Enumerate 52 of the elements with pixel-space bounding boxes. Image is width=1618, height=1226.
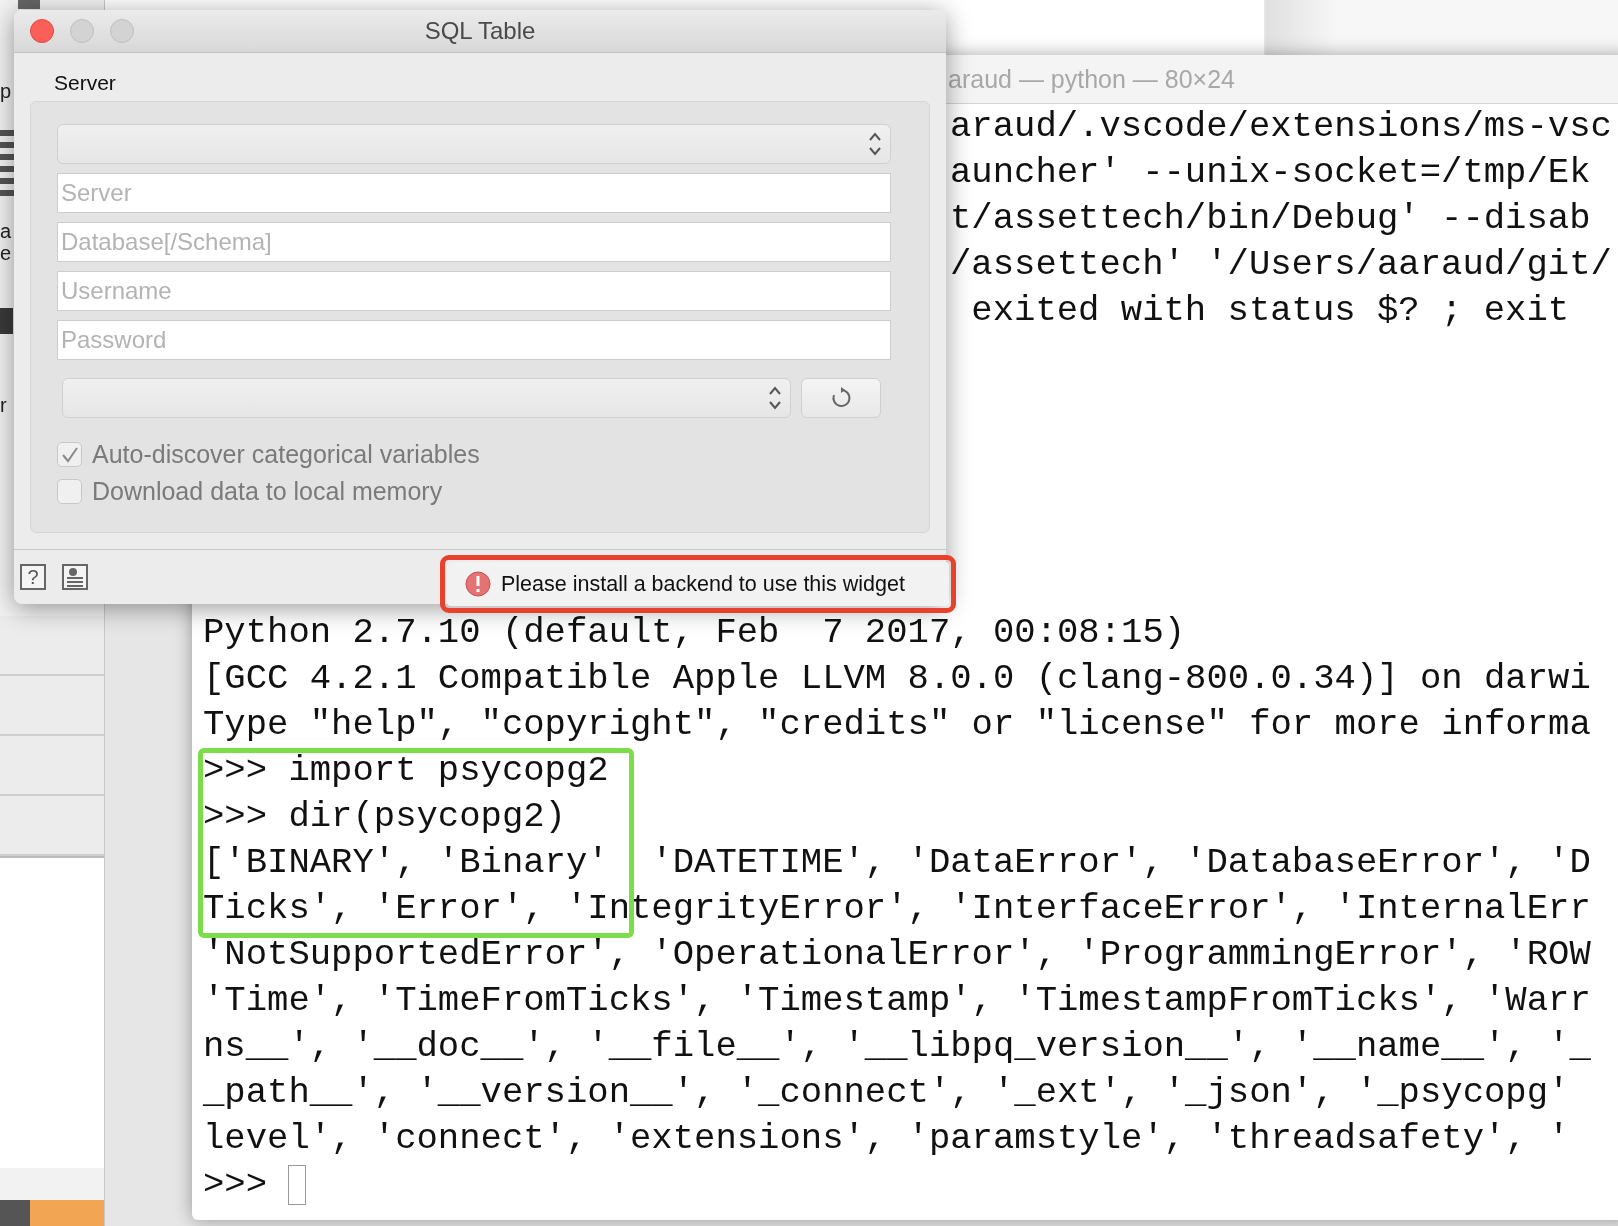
terminal-line: >>> dir(psycopg2) (203, 795, 566, 839)
text-field[interactable]: Server (57, 173, 891, 213)
checkbox[interactable] (57, 442, 82, 467)
label-fragment: r (0, 394, 7, 416)
connection-dropdown[interactable] (57, 124, 891, 164)
window-title: SQL Table (424, 17, 536, 44)
section-label: Server (54, 71, 116, 95)
report-icon[interactable] (62, 564, 88, 590)
window-title: araud — python — 80×24 (948, 64, 1235, 94)
terminal-line: /assettech' '/Users/aaraud/git/ (950, 243, 1612, 287)
label-fragment: e (0, 242, 12, 264)
terminal-prompt: >>> (203, 1163, 269, 1207)
refresh-icon (830, 387, 852, 409)
list-row[interactable] (0, 736, 104, 796)
toolbar-icon[interactable] (18, 0, 40, 9)
checkbox[interactable] (57, 479, 82, 504)
text-cursor (288, 1165, 307, 1205)
terminal-line: Type "help", "copyright", "credits" or "license" for more informa (203, 703, 1591, 747)
checkbox-label: Download data to local memory (92, 477, 443, 506)
label-fragment: a (0, 220, 12, 242)
terminal-line: ns__', '__doc__', '__file__', '__libpq_version__', '__name__', '_ (203, 1025, 1591, 1069)
terminal-line: _path__', '__version__', '_connect', '_ext', '_json', '_psycopg' (203, 1071, 1570, 1115)
list-row[interactable] (0, 676, 104, 736)
warning-icon (465, 571, 491, 597)
terminal-line: auncher' --unix-socket=/tmp/Ek (950, 151, 1591, 195)
terminal-line: araud/.vscode/extensions/ms-vsc (950, 105, 1612, 149)
terminal-line: t/assettech/bin/Debug' --disab (950, 197, 1591, 241)
list-row[interactable] (0, 796, 104, 856)
list-row[interactable] (0, 616, 104, 676)
stepper-icon (768, 385, 782, 411)
label-fragment: p (0, 80, 12, 102)
checkbox-label: Auto-discover categorical variables (92, 440, 480, 469)
zoom-button[interactable] (110, 19, 134, 43)
terminal-line: 'NotSupportedError', 'OperationalError', 'ProgrammingError', 'ROW (203, 933, 1591, 977)
error-message: Please install a backend to use this widget (501, 571, 905, 597)
text-field[interactable]: Username (57, 271, 891, 311)
terminal-line: [GCC 4.2.1 Compatible Apple LLVM 8.0.0 (clang-800.0.34)] on darwi (203, 657, 1591, 701)
text-field[interactable]: Password (57, 320, 891, 360)
stepper-icon (868, 131, 882, 157)
terminal-line: Python 2.7.10 (default, Feb 7 2017, 00:08:15) (203, 611, 1186, 655)
backend-dropdown[interactable] (62, 378, 791, 418)
terminal-line: >>> import psycopg2 (203, 749, 609, 793)
terminal-line: exited with status $? ; exit (970, 289, 1570, 333)
terminal-line: level', 'connect', 'extensions', 'paramstyle', 'threadsafety', ' (203, 1117, 1570, 1161)
text-field[interactable]: Database[/Schema] (57, 222, 891, 262)
terminal-line: ['BINARY', 'Binary' 'DATETIME', 'DataError', 'DatabaseError', 'D (203, 841, 1591, 885)
minimize-button[interactable] (70, 19, 94, 43)
terminal-line: 'Time', 'TimeFromTicks', 'Timestamp', 'TimestampFromTicks', 'Warr (203, 979, 1591, 1023)
refresh-button[interactable] (801, 378, 881, 418)
close-button[interactable] (30, 19, 54, 43)
selected-row[interactable] (0, 308, 13, 334)
help-button[interactable]: ? (20, 564, 46, 590)
